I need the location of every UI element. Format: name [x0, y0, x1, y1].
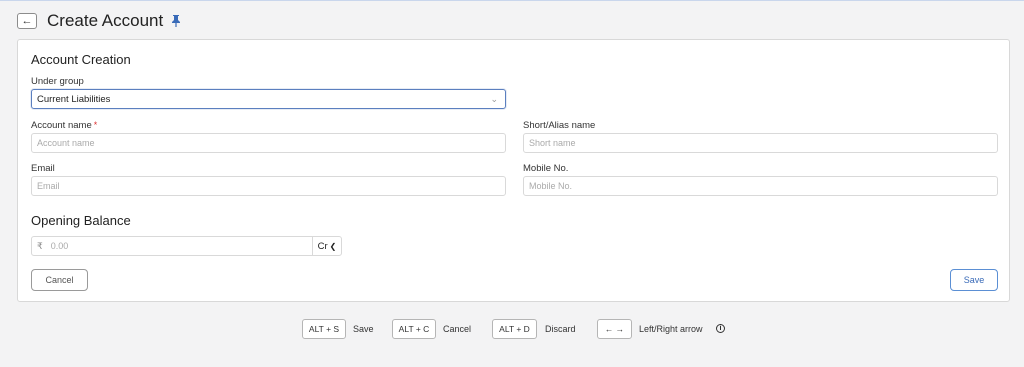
- pin-icon[interactable]: [171, 14, 181, 28]
- email-placeholder: Email: [37, 181, 60, 191]
- save-button[interactable]: Save: [950, 269, 998, 291]
- short-name-input[interactable]: Short name: [523, 133, 998, 153]
- cancel-button[interactable]: Cancel: [31, 269, 88, 291]
- shortcut-key-save: ALT + S: [302, 319, 346, 339]
- under-group-select[interactable]: Current Liabilities ⌄: [31, 89, 506, 109]
- under-group-label: Under group: [31, 76, 84, 87]
- account-form-card: Account Creation Under group Current Lia…: [17, 39, 1010, 302]
- short-name-label: Short/Alias name: [523, 120, 596, 131]
- opening-balance-placeholder: 0.00: [50, 241, 69, 251]
- page-header: ← Create Account: [17, 10, 181, 32]
- short-name-placeholder: Short name: [529, 138, 576, 148]
- mobile-label: Mobile No.: [523, 163, 569, 174]
- rupee-icon: ₹: [37, 240, 43, 251]
- account-name-label: Account name *: [31, 120, 97, 131]
- keyboard-shortcuts-bar: ALT + S Save ALT + C Cancel ALT + D Disc…: [0, 319, 1024, 341]
- page-title: Create Account: [47, 11, 164, 30]
- chevron-down-icon: ❮: [329, 241, 337, 251]
- shortcut-key-cancel: ALT + C: [392, 319, 436, 339]
- shortcut-key-discard: ALT + D: [492, 319, 537, 339]
- chevron-down-icon: ⌄: [490, 94, 498, 104]
- balance-type-select[interactable]: Cr ❮: [312, 236, 341, 256]
- under-group-value: Current Liabilities: [37, 93, 111, 105]
- email-field[interactable]: Email: [31, 176, 506, 196]
- info-icon[interactable]: i: [716, 324, 725, 333]
- account-name-placeholder: Account name: [37, 138, 95, 148]
- back-button[interactable]: ←: [17, 13, 37, 29]
- required-mark: *: [93, 120, 98, 130]
- shortcut-label-cancel: Cancel: [443, 324, 472, 334]
- back-arrow-icon: ←: [21, 15, 33, 27]
- opening-balance-input[interactable]: ₹ 0.00 Cr ❮: [31, 236, 342, 256]
- shortcut-label-arrows: Left/Right arrow: [639, 324, 703, 334]
- balance-type-value: Cr: [317, 240, 328, 252]
- shortcut-label-save: Save: [353, 324, 374, 334]
- mobile-placeholder: Mobile No.: [529, 181, 573, 191]
- email-label: Email: [31, 163, 55, 174]
- mobile-field[interactable]: Mobile No.: [523, 176, 998, 196]
- section-title-account-creation: Account Creation: [31, 52, 131, 67]
- account-name-input[interactable]: Account name: [31, 133, 506, 153]
- shortcut-key-arrows: ← →: [597, 319, 632, 339]
- shortcut-label-discard: Discard: [545, 324, 576, 334]
- section-title-opening-balance: Opening Balance: [31, 213, 131, 228]
- account-name-label-text: Account name: [31, 120, 92, 131]
